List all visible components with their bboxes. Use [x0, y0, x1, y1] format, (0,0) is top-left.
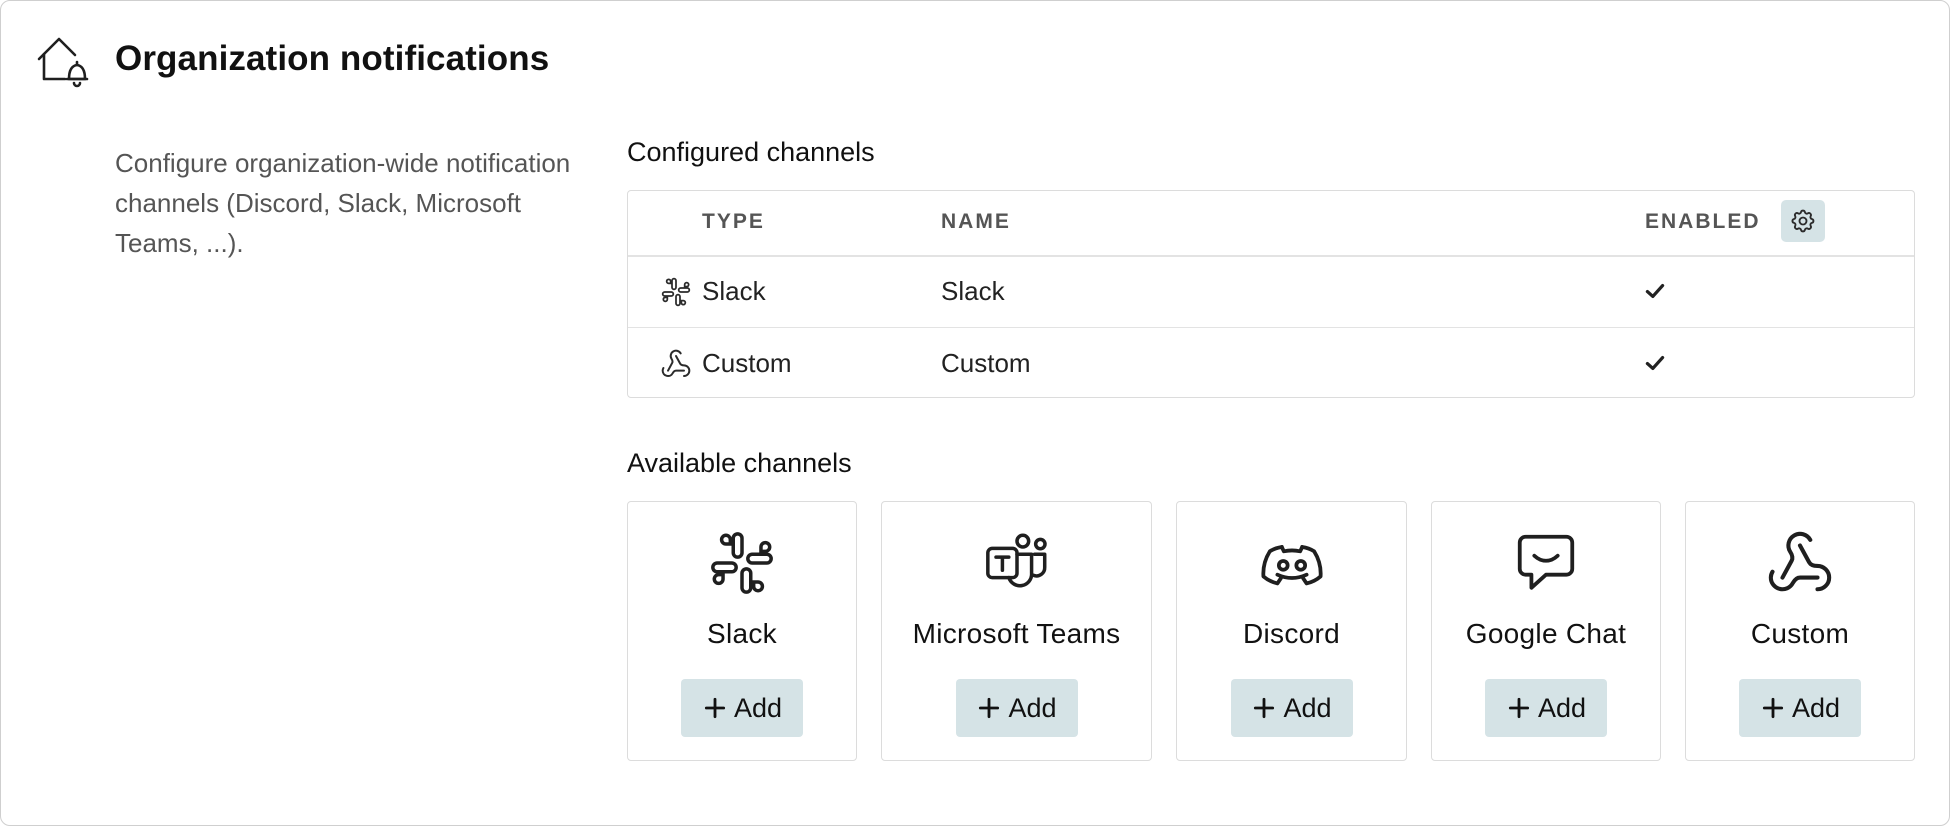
- organization-notifications-panel: Organization notifications Configure org…: [0, 0, 1950, 826]
- add-button-label: Add: [733, 692, 783, 723]
- microsoft-teams-icon: [985, 533, 1047, 588]
- check-icon: [1645, 283, 1665, 299]
- add-discord-button[interactable]: Add: [1230, 679, 1353, 737]
- plus-icon: [704, 697, 726, 719]
- check-icon: [1645, 355, 1665, 371]
- google-chat-icon: [1517, 534, 1575, 590]
- plus-icon: [1762, 697, 1784, 719]
- configured-channels-table: TYPE NAME ENABLED Slack Slack Custom Cus…: [627, 190, 1915, 398]
- channel-name: Custom: [1750, 618, 1850, 649]
- table-row[interactable]: Slack Slack: [628, 256, 1914, 328]
- add-microsoft-teams-button[interactable]: Add: [955, 679, 1078, 737]
- add-slack-button[interactable]: Add: [681, 679, 803, 737]
- channel-name: Microsoft Teams: [912, 618, 1121, 649]
- add-custom-button[interactable]: Add: [1739, 679, 1861, 737]
- add-button-label: Add: [1537, 692, 1587, 723]
- page-description: Configure organization-wide notification…: [115, 148, 571, 258]
- plus-icon: [979, 697, 1000, 719]
- table-row[interactable]: Custom Custom: [628, 328, 1914, 399]
- column-header-enabled[interactable]: ENABLED: [1645, 210, 1761, 234]
- channel-name: Discord: [1242, 618, 1340, 649]
- add-google-chat-button[interactable]: Add: [1485, 679, 1607, 737]
- channel-card-slack: Slack Add: [627, 501, 857, 761]
- table-header: TYPE NAME ENABLED: [628, 191, 1914, 257]
- gear-icon: [1791, 209, 1815, 233]
- add-button-label: Add: [1791, 692, 1841, 723]
- cell-type: Custom: [702, 348, 792, 378]
- channel-card-discord: Discord Add: [1176, 501, 1407, 761]
- available-channels-heading: Available channels: [627, 448, 852, 478]
- page-title: Organization notifications: [115, 39, 550, 78]
- add-button-label: Add: [1008, 692, 1057, 723]
- channel-card-custom: Custom Add: [1685, 501, 1915, 761]
- channel-card-microsoft-teams: Microsoft Teams Add: [881, 501, 1152, 761]
- cell-name: Slack: [941, 276, 1005, 306]
- configured-channels-heading: Configured channels: [627, 137, 875, 167]
- channel-card-google-chat: Google Chat Add: [1431, 501, 1661, 761]
- house-bell-icon: [37, 37, 89, 88]
- channel-name: Google Chat: [1465, 618, 1627, 649]
- column-header-name[interactable]: NAME: [941, 210, 1011, 234]
- slack-icon: [661, 277, 691, 307]
- column-header-type[interactable]: TYPE: [702, 210, 765, 234]
- webhook-icon: [661, 349, 691, 377]
- table-settings-button[interactable]: [1781, 200, 1825, 242]
- discord-icon: [1260, 545, 1323, 586]
- channel-name: Slack: [707, 618, 777, 649]
- cell-name: Custom: [941, 348, 1031, 378]
- cell-type: Slack: [702, 276, 766, 306]
- slack-icon: [711, 532, 773, 594]
- plus-icon: [1508, 697, 1530, 719]
- webhook-icon: [1768, 531, 1832, 592]
- plus-icon: [1254, 697, 1275, 719]
- add-button-label: Add: [1283, 692, 1332, 723]
